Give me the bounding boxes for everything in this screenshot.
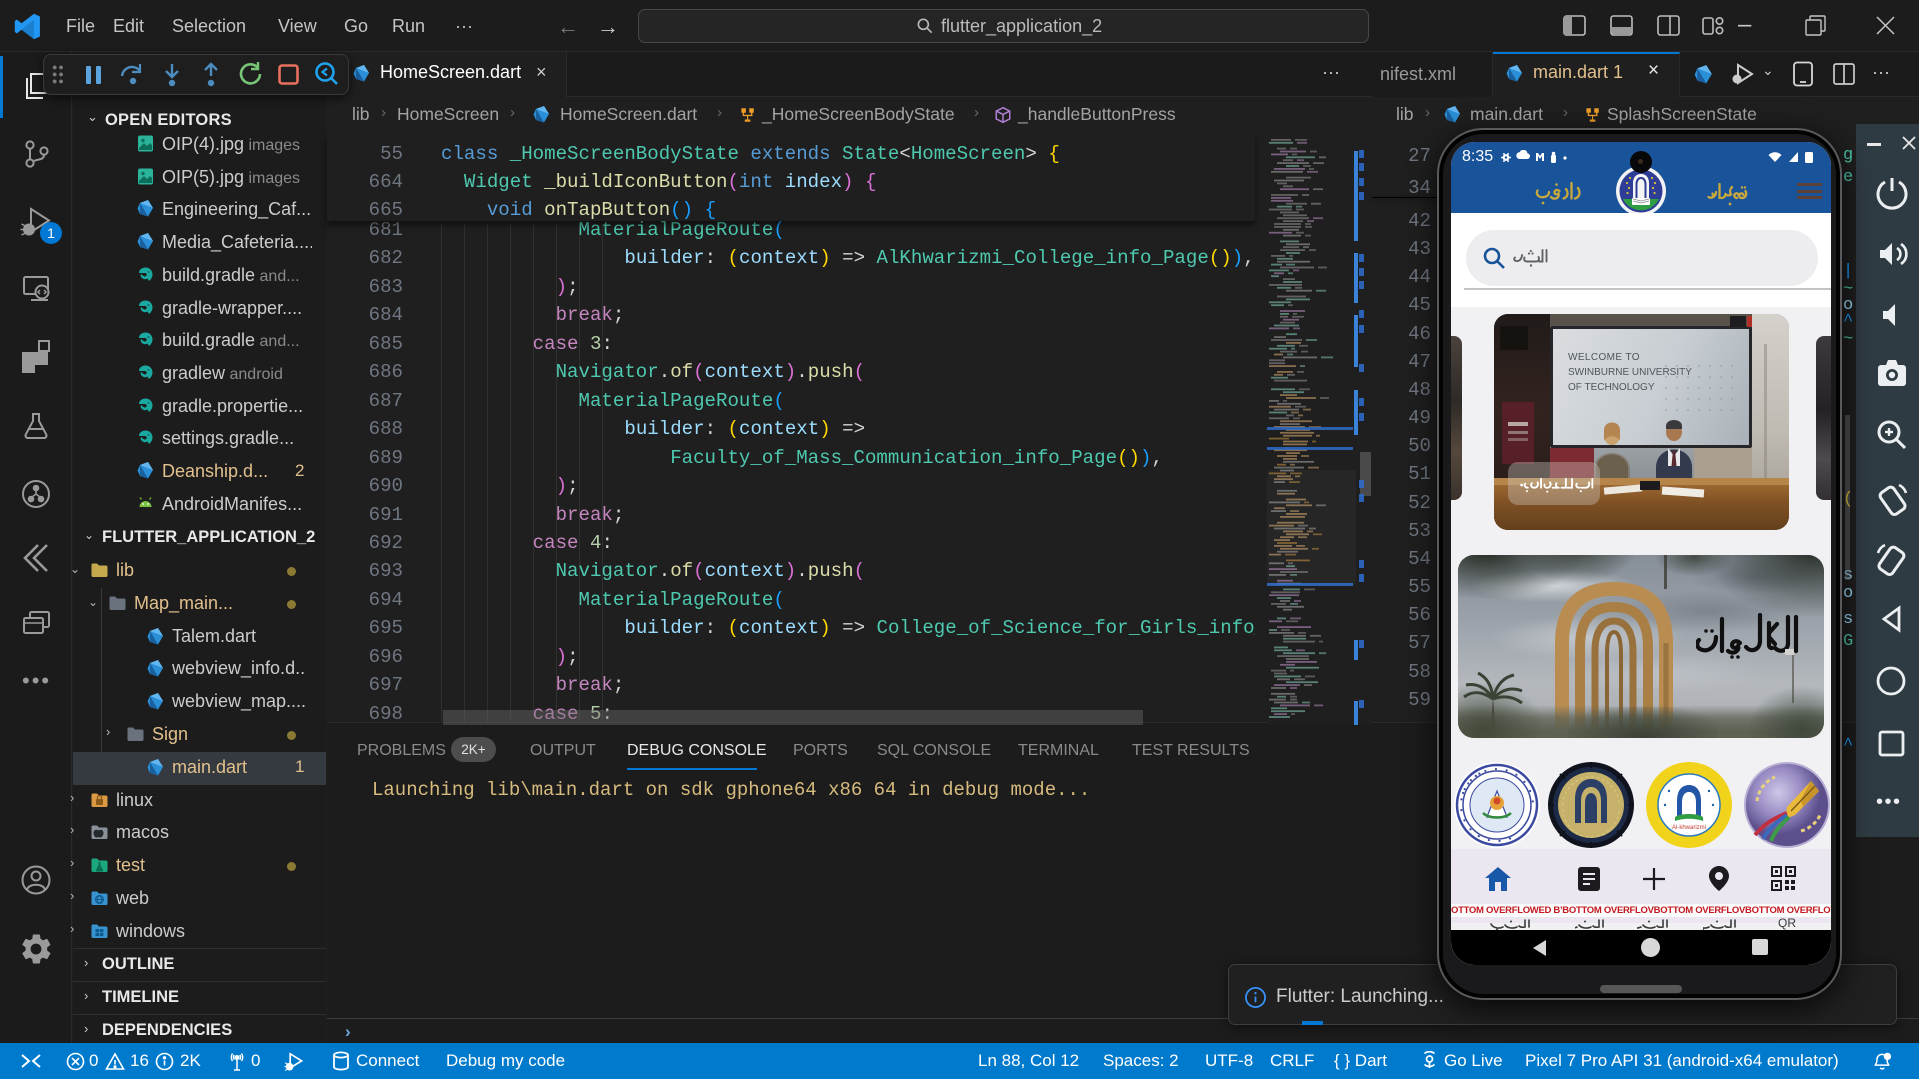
svg-text:Al-khwarizmi: Al-khwarizmi xyxy=(1672,825,1706,831)
